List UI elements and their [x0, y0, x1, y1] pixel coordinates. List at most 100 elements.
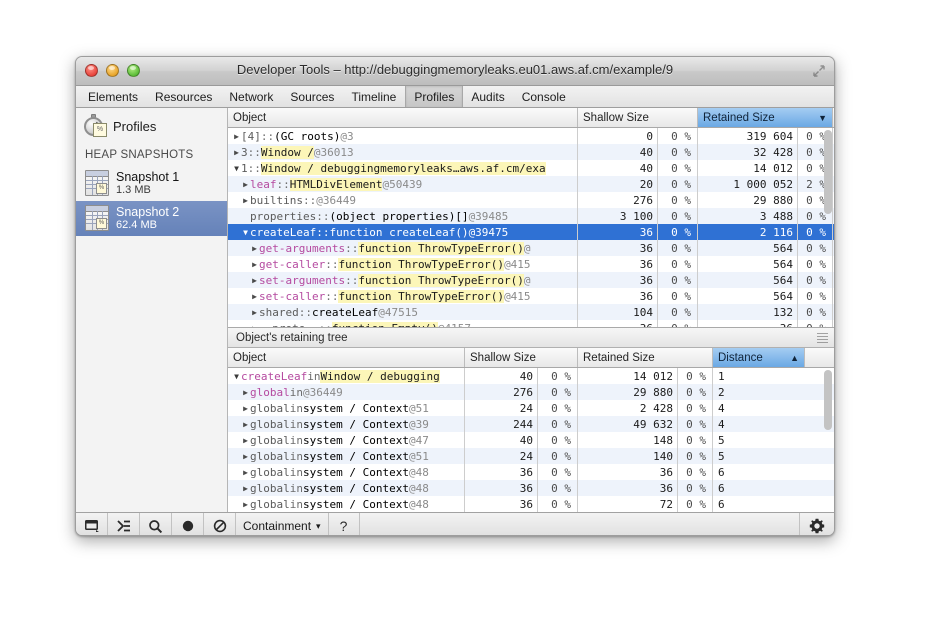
disclosure-triangle-closed-icon[interactable]: ▶ — [241, 180, 250, 189]
table-row[interactable]: ▶ get-arguments :: function ThrowTypeErro… — [228, 240, 834, 256]
sidebar-item-profiles[interactable]: % Profiles — [76, 108, 227, 142]
retaining-tree-title-bar: Object's retaining tree — [228, 328, 834, 349]
disclosure-triangle-closed-icon[interactable]: ▶ — [241, 452, 250, 461]
table-row[interactable]: ▶ global in system / Context @48 36 0 % 36 0 … — [228, 464, 834, 481]
shallow-size-percent: 0 % — [538, 496, 578, 512]
column-header-distance[interactable]: Distance ▲ — [713, 348, 805, 368]
vertical-scrollbar-bottom[interactable] — [824, 370, 832, 431]
table-row[interactable]: ▶ global in system / Context @47 40 0 % 148 0… — [228, 432, 834, 449]
table-row[interactable]: ▶ 3 :: Window / @36013 40 0 % 32 428 0 % — [228, 144, 834, 160]
vertical-scrollbar[interactable] — [824, 130, 832, 214]
sort-arrow-icon: ▲ — [790, 352, 799, 363]
column-header-object[interactable]: Object — [228, 348, 465, 368]
snapshot-item-1[interactable]: % Snapshot 1 1.3 MB — [76, 166, 227, 201]
tab-elements[interactable]: Elements — [80, 86, 147, 107]
column-header-retained-size[interactable]: Retained Size ▼ — [698, 108, 833, 127]
disclosure-triangle-closed-icon[interactable]: ▶ — [241, 196, 250, 205]
disclosure-triangle-closed-icon[interactable]: ▶ — [241, 484, 250, 493]
record-button[interactable] — [172, 513, 204, 535]
object-name: __proto__ — [259, 322, 319, 328]
table-row[interactable]: ▶ global in system / Context @39 244 0 % 49 … — [228, 416, 834, 433]
object-separator: :: — [325, 257, 339, 271]
shallow-size-value: 0 — [578, 128, 658, 144]
table-row[interactable]: ▶ leaf :: HTMLDivElement @50439 20 0 % 1 000… — [228, 176, 834, 192]
containment-table-header[interactable]: Object Shallow Size Retained Size ▼ — [228, 108, 834, 128]
disclosure-triangle-closed-icon[interactable]: ▶ — [241, 388, 250, 397]
table-row[interactable]: ▼ 1 :: Window / debuggingmemoryleaks…aws.… — [228, 160, 834, 176]
tab-console[interactable]: Console — [514, 86, 575, 107]
table-row[interactable]: ▶ set-arguments :: function ThrowTypeErro… — [228, 272, 834, 288]
retained-size-percent: 0 % — [678, 480, 713, 497]
disclosure-triangle-open-icon[interactable]: ▼ — [232, 372, 241, 381]
table-row[interactable]: ▶ global in system / Context @51 24 0 % 2 42… — [228, 400, 834, 417]
tab-resources[interactable]: Resources — [147, 86, 221, 107]
object-cell: ▶ global in @36449 — [228, 384, 465, 401]
table-row[interactable]: ▶ global in system / Context @48 36 0 % 36 0 … — [228, 480, 834, 497]
column-header-retained-size[interactable]: Retained Size — [578, 348, 713, 368]
disclosure-triangle-closed-icon[interactable]: ▶ — [241, 420, 250, 429]
disclosure-triangle-closed-icon[interactable]: ▶ — [250, 324, 259, 328]
table-row[interactable]: ▶ [4] :: (GC roots) @3 0 0 % 319 604 0 % — [228, 128, 834, 144]
disclosure-triangle-closed-icon[interactable]: ▶ — [250, 308, 259, 317]
retained-size-percent: 0 % — [798, 272, 833, 288]
shallow-size-percent: 0 % — [538, 448, 578, 465]
retained-size-value: 140 — [578, 448, 678, 465]
table-row[interactable]: ▶ global in system / Context @51 24 0 % 140 0… — [228, 448, 834, 465]
column-header-shallow-size[interactable]: Shallow Size — [465, 348, 578, 368]
tab-timeline[interactable]: Timeline — [343, 86, 405, 107]
dock-to-window-icon — [84, 520, 99, 532]
view-mode-select[interactable]: Containment ▾ — [236, 513, 329, 535]
help-button[interactable]: ? — [329, 513, 360, 535]
table-row[interactable]: ▶__proto__ :: function Empty() @4157360 … — [228, 320, 834, 328]
disclosure-triangle-closed-icon[interactable]: ▶ — [241, 468, 250, 477]
table-row[interactable]: ▼ createLeaf :: function createLeaf() @39… — [228, 224, 834, 240]
object-in-keyword: in — [289, 449, 303, 463]
table-row[interactable]: properties :: (object properties)[] @394… — [228, 208, 834, 224]
retaining-tree-table-header[interactable]: Object Shallow Size Retained Size Distance ▲ — [228, 348, 834, 369]
disclosure-triangle-open-icon[interactable]: ▼ — [241, 228, 250, 237]
disclosure-triangle-closed-icon[interactable]: ▶ — [241, 404, 250, 413]
disclosure-triangle-closed-icon[interactable]: ▶ — [232, 132, 241, 141]
object-separator: :: — [298, 305, 312, 319]
table-row[interactable]: ▶ shared :: createLeaf @47515 104 0 % 132 0 % — [228, 304, 834, 320]
disclosure-triangle-closed-icon[interactable]: ▶ — [250, 292, 259, 301]
hamburger-icon[interactable] — [817, 332, 828, 343]
console-toggle-button[interactable] — [108, 513, 140, 535]
shallow-size-value: 40 — [465, 368, 538, 385]
tab-network[interactable]: Network — [221, 86, 282, 107]
disclosure-triangle-closed-icon[interactable]: ▶ — [250, 244, 259, 253]
disclosure-triangle-closed-icon[interactable]: ▶ — [232, 148, 241, 157]
table-row[interactable]: ▼ createLeaf in Window / debugging 40 0 % 14… — [228, 368, 834, 385]
column-header-shallow-size[interactable]: Shallow Size — [578, 108, 698, 127]
table-row[interactable]: ▶ get-caller :: function ThrowTypeError()… — [228, 256, 834, 272]
tab-profiles[interactable]: Profiles — [405, 86, 464, 107]
column-header-object[interactable]: Object — [228, 108, 578, 127]
object-in-keyword: in — [289, 481, 303, 495]
containment-table-body[interactable]: ▶ [4] :: (GC roots) @3 0 0 % 319 604 0 % ▶ 3 ::… — [228, 128, 834, 328]
retained-size-percent: 0 % — [798, 224, 833, 240]
tab-audits[interactable]: Audits — [463, 86, 513, 107]
settings-button[interactable] — [799, 513, 834, 535]
clear-button[interactable] — [204, 513, 236, 535]
object-name: global — [250, 497, 290, 511]
search-button[interactable] — [140, 513, 172, 535]
title-bar[interactable]: Developer Tools – http://debuggingmemory… — [76, 57, 834, 86]
expand-icon[interactable] — [812, 64, 826, 78]
retained-size-percent: 0 % — [678, 384, 713, 401]
snapshot-item-2[interactable]: % Snapshot 2 62.4 MB — [76, 201, 227, 236]
table-row[interactable]: ▶ global in @36449 276 0 % 29 880 0 % 2 — [228, 384, 834, 401]
dock-to-window-button[interactable] — [76, 513, 108, 535]
table-row[interactable]: ▶ builtins :: @36449 276 0 % 29 880 0 % — [228, 192, 834, 208]
disclosure-triangle-closed-icon[interactable]: ▶ — [241, 500, 250, 509]
disclosure-triangle-closed-icon[interactable]: ▶ — [241, 436, 250, 445]
retained-size-percent: 0 % — [798, 256, 833, 272]
table-row[interactable]: ▶ global in system / Context @48 36 0 % 72 0 … — [228, 496, 834, 512]
tab-sources[interactable]: Sources — [282, 86, 343, 107]
table-row[interactable]: ▶ set-caller :: function ThrowTypeError()… — [228, 288, 834, 304]
retaining-tree-table-body[interactable]: ▼ createLeaf in Window / debugging 40 0 % 14… — [228, 368, 834, 512]
disclosure-triangle-closed-icon[interactable]: ▶ — [250, 276, 259, 285]
object-cell: ▶ get-caller :: function ThrowTypeError()… — [228, 256, 578, 272]
devtools-tabbar[interactable]: Elements Resources Network Sources Timeline P… — [76, 86, 834, 108]
disclosure-triangle-closed-icon[interactable]: ▶ — [250, 260, 259, 269]
disclosure-triangle-open-icon[interactable]: ▼ — [232, 164, 241, 173]
